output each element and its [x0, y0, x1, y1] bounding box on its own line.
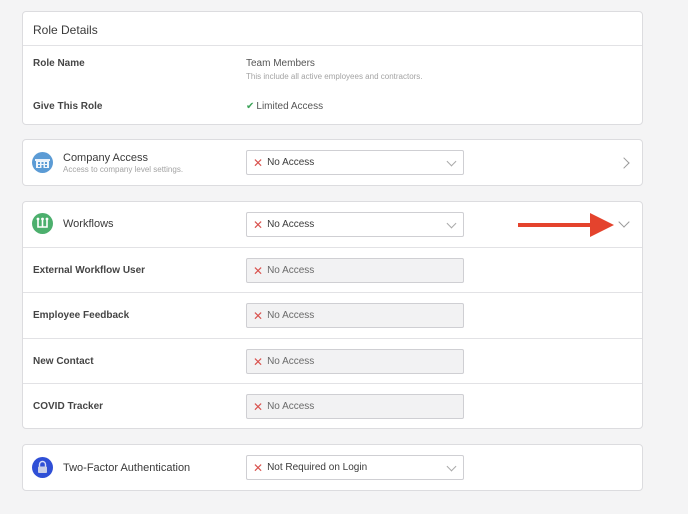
workflow-row-covid-tracker: COVID Tracker ✕ No Access — [23, 383, 642, 428]
x-icon: ✕ — [253, 399, 264, 414]
x-icon: ✕ — [253, 354, 264, 369]
workflows-title: Workflows — [63, 218, 114, 230]
x-icon: ✕ — [253, 263, 264, 278]
role-name-description: This include all active employees and co… — [246, 72, 423, 81]
workflow-row-select[interactable]: ✕ No Access — [246, 349, 464, 374]
chevron-right-icon[interactable] — [618, 157, 630, 169]
chevron-down-icon[interactable] — [618, 216, 630, 228]
chevron-down-icon — [446, 156, 457, 167]
workflows-select[interactable]: ✕ No Access — [246, 212, 464, 237]
workflow-row-label: COVID Tracker — [33, 401, 104, 412]
workflow-row-label: New Contact — [33, 356, 94, 367]
lock-icon — [32, 457, 53, 478]
workflow-row-new-contact: New Contact ✕ No Access — [23, 338, 642, 383]
company-access-card[interactable]: Company Access Access to company level s… — [22, 139, 643, 186]
two-factor-select[interactable]: ✕ Not Required on Login — [246, 455, 464, 480]
give-role-label: Give This Role — [33, 101, 103, 112]
workflow-row-select-value: No Access — [267, 310, 315, 321]
x-icon: ✕ — [253, 217, 264, 232]
company-access-select[interactable]: ✕ No Access — [246, 150, 464, 175]
two-factor-title: Two-Factor Authentication — [63, 462, 191, 474]
red-arrow-annotation — [518, 213, 614, 237]
building-icon — [32, 152, 53, 173]
role-details-header: Role Details — [23, 12, 642, 46]
company-access-select-value: No Access — [267, 157, 315, 168]
workflow-row-select[interactable]: ✕ No Access — [246, 258, 464, 283]
workflow-row-select-value: No Access — [267, 265, 315, 276]
two-factor-card: Two-Factor Authentication ✕ Not Required… — [22, 444, 643, 491]
workflow-row-employee-feedback: Employee Feedback ✕ No Access — [23, 292, 642, 337]
x-icon: ✕ — [253, 308, 264, 323]
x-icon: ✕ — [253, 460, 264, 475]
give-role-value-text: Limited Access — [256, 101, 324, 112]
company-access-title: Company Access — [63, 152, 148, 164]
role-details-card: Role Details Role Name Team Members This… — [22, 11, 643, 125]
workflow-icon — [32, 213, 53, 234]
workflow-row-select[interactable]: ✕ No Access — [246, 394, 464, 419]
workflow-row-select[interactable]: ✕ No Access — [246, 303, 464, 328]
give-role-value: ✔ Limited Access — [246, 101, 323, 112]
company-access-subtitle: Access to company level settings. — [63, 165, 184, 174]
x-icon: ✕ — [253, 155, 264, 170]
workflow-row-select-value: No Access — [267, 401, 315, 412]
chevron-down-icon — [446, 218, 457, 229]
role-name-value: Team Members — [246, 58, 315, 69]
check-icon: ✔ — [246, 101, 255, 112]
chevron-down-icon — [446, 461, 457, 472]
role-name-label: Role Name — [33, 58, 85, 69]
workflow-row-external-user: External Workflow User ✕ No Access — [23, 247, 642, 292]
workflow-row-label: Employee Feedback — [33, 310, 130, 321]
two-factor-select-value: Not Required on Login — [267, 462, 368, 473]
workflow-row-label: External Workflow User — [33, 265, 146, 276]
workflow-row-select-value: No Access — [267, 356, 315, 367]
workflows-select-value: No Access — [267, 219, 315, 230]
